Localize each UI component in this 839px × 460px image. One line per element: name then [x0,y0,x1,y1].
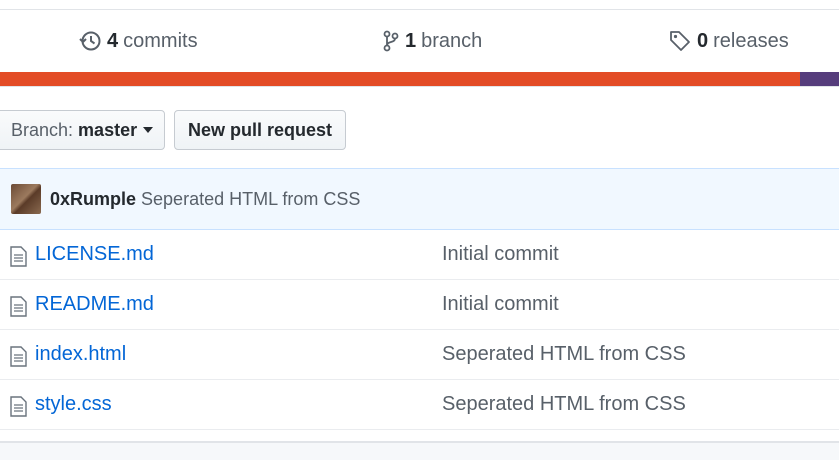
file-icon [10,346,27,372]
history-icon [79,30,101,52]
latest-commit-bar: 0xRumple Seperated HTML from CSS [0,168,839,230]
file-commit-message[interactable]: Initial commit [442,243,559,266]
file-commit-message[interactable]: Initial commit [442,293,559,316]
file-list: LICENSE.md Initial commit README.md Init… [0,230,839,430]
commit-author[interactable]: 0xRumple [50,189,136,210]
branches-count: 1 [405,29,417,52]
branches-link[interactable]: 1 branch [383,28,482,54]
file-icon [10,396,27,422]
chevron-down-icon [143,127,154,133]
branch-select-button[interactable]: Branch: master [0,110,165,150]
file-row: README.md Initial commit [0,280,839,330]
readme-header-area [0,441,839,460]
file-name-link[interactable]: index.html [35,343,126,366]
language-bar-segment[interactable] [0,72,801,86]
releases-label: releases [713,29,789,52]
file-commit-message[interactable]: Seperated HTML from CSS [442,343,686,366]
commit-message[interactable]: Seperated HTML from CSS [141,189,360,210]
branch-select-value: master [78,119,138,140]
file-name-link[interactable]: LICENSE.md [35,243,154,266]
language-bar-divider [0,86,839,87]
file-row: style.css Seperated HTML from CSS [0,380,839,430]
file-commit-message[interactable]: Seperated HTML from CSS [442,393,686,416]
avatar[interactable] [11,184,41,214]
file-icon [10,296,27,322]
new-pull-request-button[interactable]: New pull request [174,110,346,150]
git-branch-icon [383,30,399,52]
tag-icon [669,30,691,52]
file-row: index.html Seperated HTML from CSS [0,330,839,380]
file-row: LICENSE.md Initial commit [0,230,839,280]
file-name-link[interactable]: README.md [35,293,154,316]
file-icon [10,246,27,272]
commits-link[interactable]: 4 commits [79,28,198,54]
releases-link[interactable]: 0 releases [669,28,789,54]
language-bar[interactable] [0,72,839,86]
repo-stats-bar: 4 commits 1 branch 0 releases [0,10,839,72]
commits-label: commits [123,29,198,52]
language-bar-segment[interactable] [800,72,839,86]
file-name-link[interactable]: style.css [35,393,112,416]
branch-select-label: Branch: [11,119,74,140]
branches-label: branch [421,29,483,52]
releases-count: 0 [697,29,709,52]
commits-count: 4 [107,29,119,52]
